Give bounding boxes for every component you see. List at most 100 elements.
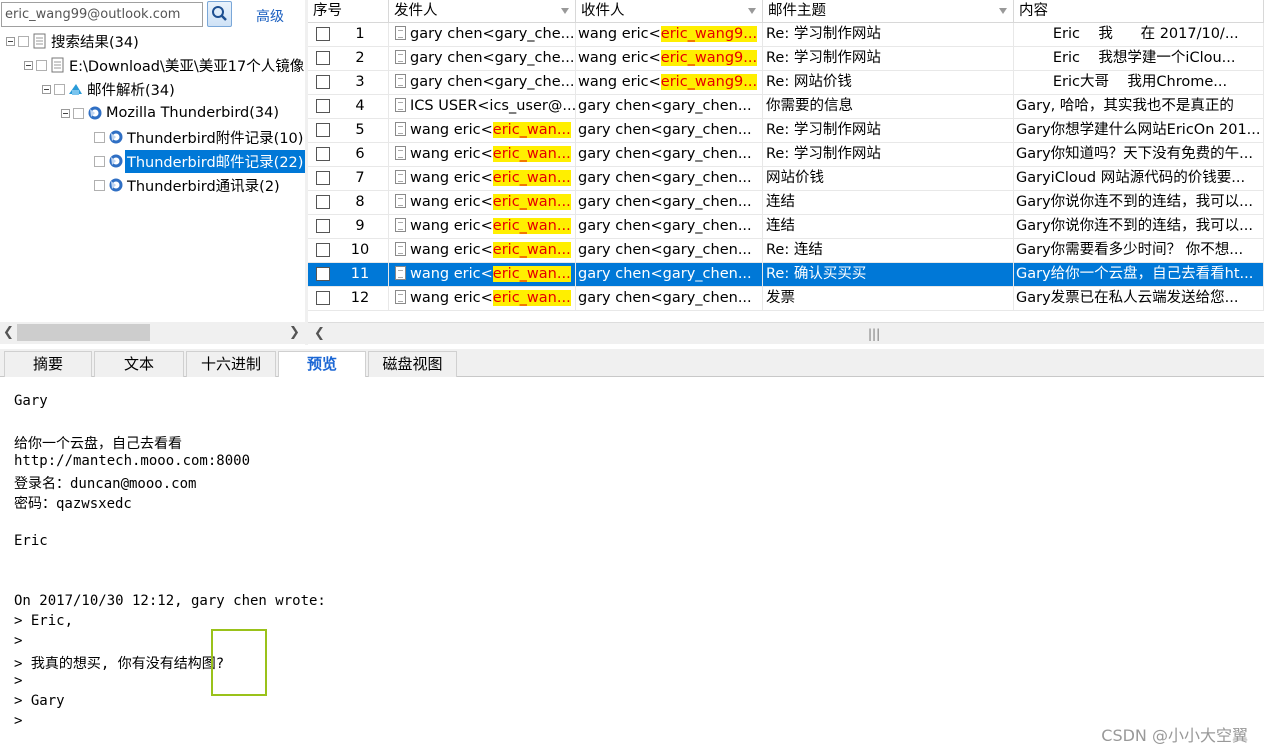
cell-to: gary chen<gary_chen...	[576, 287, 763, 311]
cell-index: 6	[308, 143, 389, 167]
row-checkbox[interactable]	[316, 123, 330, 137]
scrollbar-thumb[interactable]	[17, 324, 150, 341]
row-checkbox[interactable]	[316, 195, 330, 209]
row-checkbox[interactable]	[316, 171, 330, 185]
cell-content: Gary给你一个云盘，自己去看看ht...	[1014, 263, 1264, 287]
collapse-toggle[interactable]	[61, 108, 70, 118]
left-tree-panel: 高级 搜索结果(34) E:\Download\美亚\美亚17个人镜像 邮件解析…	[0, 0, 305, 345]
column-header-from[interactable]: 发件人	[389, 0, 576, 23]
column-header-to[interactable]: 收件人	[576, 0, 763, 23]
row-checkbox[interactable]	[316, 51, 330, 65]
tab-hex[interactable]: 十六进制	[186, 351, 276, 377]
preview-line: On 2017/10/30 12:12, gary chen wrote:	[14, 593, 326, 609]
table-row[interactable]: 3 gary chen<gary_che... wang eric<eric_wan…	[308, 71, 1264, 95]
tree-horizontal-scrollbar[interactable]: ❮ ❯	[0, 322, 305, 344]
row-checkbox[interactable]	[316, 147, 330, 161]
table-row[interactable]: 5 wang eric<eric_wan... gary chen<gary_che…	[308, 119, 1264, 143]
cell-content: Gary, 哈哈，其实我也不是真正的	[1014, 95, 1264, 119]
tree-item-search-results[interactable]: 搜索结果(34)	[6, 30, 141, 52]
column-header-index[interactable]: 序号	[308, 0, 389, 23]
tree-item-mail-records[interactable]: Thunderbird邮件记录(22)	[94, 149, 305, 173]
cell-from: wang eric<eric_wan...	[389, 143, 576, 167]
cell-subject: 连结	[763, 191, 1014, 215]
cell-subject: Re: 学习制作网站	[763, 143, 1014, 167]
cell-to: gary chen<gary_chen...	[576, 119, 763, 143]
tab-disk-view[interactable]: 磁盘视图	[368, 351, 457, 377]
detail-tabs: 摘要 文本 十六进制 预览 磁盘视图	[0, 349, 1264, 378]
tree-item-attachments[interactable]: Thunderbird附件记录(10)	[94, 126, 305, 148]
tab-preview[interactable]: 预览	[278, 351, 366, 378]
cell-subject: Re: 网站价钱	[763, 71, 1014, 95]
tree-item-source[interactable]: E:\Download\美亚\美亚17个人镜像	[24, 54, 305, 76]
tree-item-address-book[interactable]: Thunderbird通讯录(2)	[94, 174, 282, 196]
table-row[interactable]: 4 ICS USER<ics_user@... gary chen<gary_che…	[308, 95, 1264, 119]
filter-icon[interactable]	[561, 8, 569, 14]
table-row[interactable]: 9 wang eric<eric_wan... gary chen<gary_che…	[308, 215, 1264, 239]
document-icon	[33, 33, 46, 49]
scrollbar-grip-icon[interactable]: |||	[868, 327, 880, 341]
table-row[interactable]: 12 wang eric<eric_wan... gary chen<gary_ch…	[308, 287, 1264, 311]
cell-subject: 发票	[763, 287, 1014, 311]
table-row[interactable]: 10 wang eric<eric_wan... gary chen<gary_ch…	[308, 239, 1264, 263]
collapse-toggle[interactable]	[24, 60, 33, 70]
filter-icon[interactable]	[748, 8, 756, 14]
row-checkbox[interactable]	[316, 75, 330, 89]
table-row[interactable]: 8 wang eric<eric_wan... gary chen<gary_che…	[308, 191, 1264, 215]
scroll-left-icon[interactable]: ❮	[314, 326, 325, 341]
collapse-toggle[interactable]	[42, 84, 51, 94]
grid-horizontal-scrollbar[interactable]: ❮ |||	[308, 322, 1264, 344]
row-checkbox[interactable]	[316, 99, 330, 113]
cell-to: gary chen<gary_chen...	[576, 143, 763, 167]
mail-document-icon	[395, 218, 406, 232]
cell-index: 12	[308, 287, 389, 311]
row-checkbox[interactable]	[316, 291, 330, 305]
cell-content: Gary你知道吗？天下没有免费的午...	[1014, 143, 1264, 167]
tree-item-mail-parse[interactable]: 邮件解析(34)	[42, 78, 177, 100]
mail-document-icon	[395, 170, 406, 184]
table-row[interactable]: 6 wang eric<eric_wan... gary chen<gary_che…	[308, 143, 1264, 167]
tree-item-thunderbird[interactable]: Mozilla Thunderbird(34)	[61, 102, 281, 124]
cell-subject: Re: 确认买买买	[763, 263, 1014, 287]
column-header-content[interactable]: 内容	[1014, 0, 1264, 23]
cell-to: gary chen<gary_chen...	[576, 167, 763, 191]
tree-checkbox[interactable]	[54, 83, 65, 95]
mail-document-icon	[395, 122, 406, 136]
cell-from: wang eric<eric_wan...	[389, 119, 576, 143]
tab-summary[interactable]: 摘要	[4, 351, 92, 377]
row-checkbox[interactable]	[316, 267, 330, 281]
scroll-left-icon[interactable]: ❮	[3, 325, 14, 340]
tree-checkbox[interactable]	[18, 35, 29, 47]
filter-icon[interactable]	[999, 8, 1007, 14]
row-checkbox[interactable]	[316, 243, 330, 257]
mail-document-icon	[395, 290, 406, 304]
cell-from: wang eric<eric_wan...	[389, 239, 576, 263]
cell-to: gary chen<gary_chen...	[576, 95, 763, 119]
scroll-right-icon[interactable]: ❯	[289, 325, 300, 340]
cell-index: 8	[308, 191, 389, 215]
cell-subject: Re: 连结	[763, 239, 1014, 263]
table-row[interactable]: 7 wang eric<eric_wan... gary chen<gary_che…	[308, 167, 1264, 191]
table-row[interactable]: 11 wang eric<eric_wan... gary chen<gary_ch…	[308, 263, 1264, 287]
cell-index: 1	[308, 23, 389, 47]
collapse-toggle[interactable]	[6, 36, 15, 46]
cell-from: ICS USER<ics_user@...	[389, 95, 576, 119]
preview-line: >	[14, 713, 23, 729]
search-button[interactable]	[207, 1, 232, 27]
cell-subject: 连结	[763, 215, 1014, 239]
tree-checkbox[interactable]	[36, 59, 47, 71]
tab-text[interactable]: 文本	[94, 351, 184, 377]
tree-checkbox[interactable]	[94, 179, 105, 191]
search-input[interactable]	[1, 2, 203, 27]
column-header-subject[interactable]: 邮件主题	[763, 0, 1014, 23]
table-row[interactable]: 1 gary chen<gary_che... wang eric<eric_wan…	[308, 23, 1264, 47]
document-icon	[51, 57, 64, 73]
advanced-search-link[interactable]: 高级	[256, 6, 284, 26]
row-checkbox[interactable]	[316, 219, 330, 233]
tree-checkbox[interactable]	[94, 155, 105, 167]
cell-to: gary chen<gary_chen...	[576, 239, 763, 263]
row-checkbox[interactable]	[316, 27, 330, 41]
table-row[interactable]: 2 gary chen<gary_che... wang eric<eric_wan…	[308, 47, 1264, 71]
tree-checkbox[interactable]	[73, 107, 84, 119]
tree-checkbox[interactable]	[94, 131, 105, 143]
mail-document-icon	[395, 26, 406, 40]
